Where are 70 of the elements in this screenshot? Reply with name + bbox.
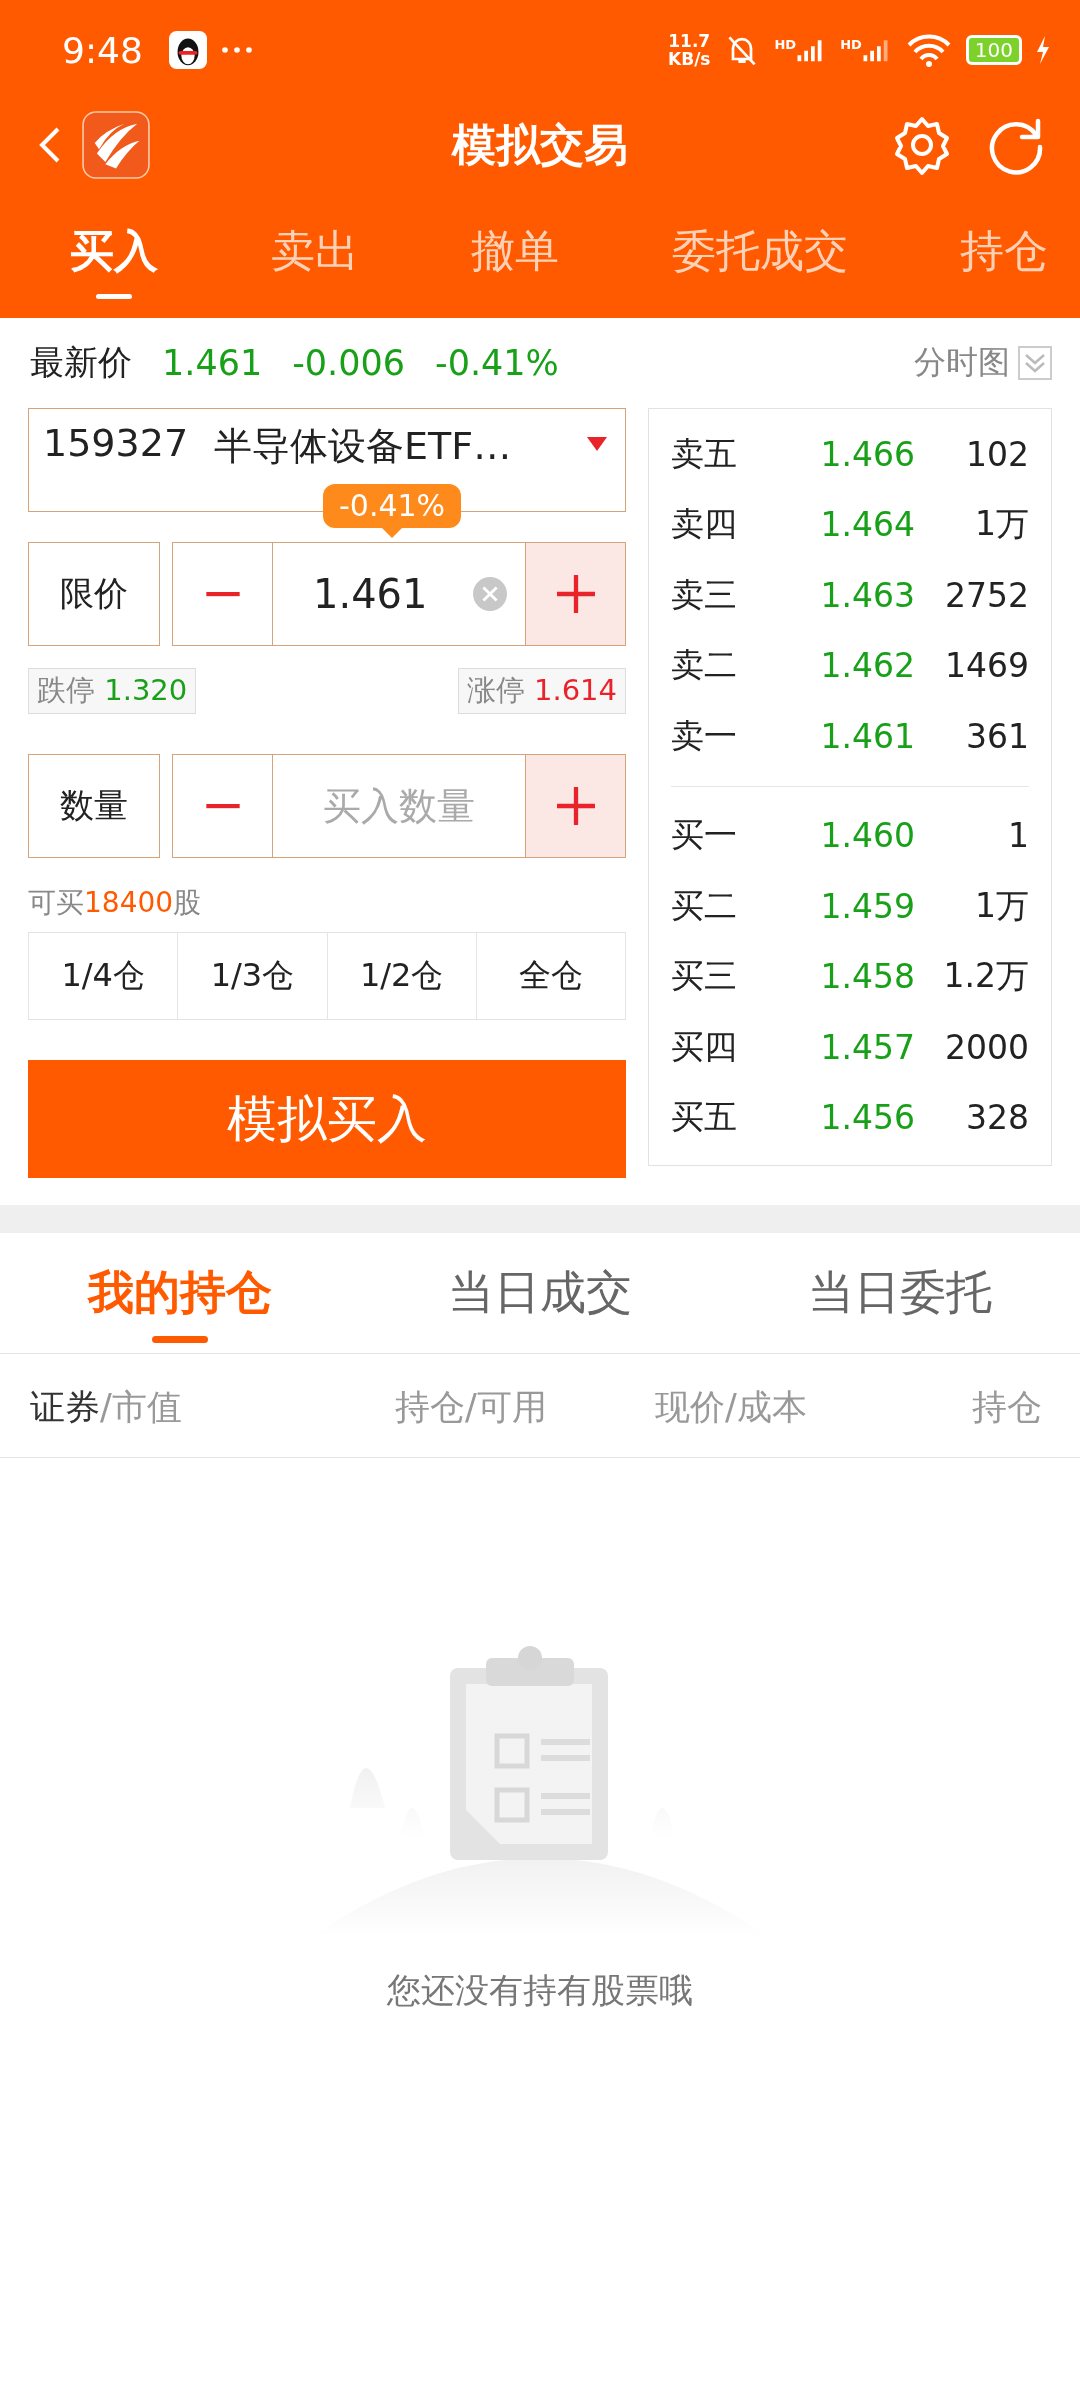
holdings-tab[interactable]: 当日委托 bbox=[720, 1233, 1080, 1353]
trade-tab[interactable]: 撤单 bbox=[471, 209, 559, 299]
dropdown-caret-icon bbox=[587, 437, 607, 451]
column-header[interactable]: 持仓 bbox=[972, 1384, 1042, 1431]
expand-icon[interactable] bbox=[1018, 346, 1052, 380]
ask-volume: 361 bbox=[965, 716, 1029, 756]
bid-price: 1.459 bbox=[819, 886, 915, 926]
penguin-app-icon bbox=[168, 31, 207, 69]
trade-tab[interactable]: 持仓 bbox=[960, 209, 1048, 299]
ask-price: 1.462 bbox=[819, 646, 915, 686]
app-logo bbox=[82, 111, 150, 179]
charging-icon bbox=[1036, 36, 1050, 64]
bid-level-label: 买二 bbox=[671, 884, 738, 927]
price-change-tooltip: -0.41% bbox=[323, 484, 462, 538]
ask-level-label: 卖五 bbox=[671, 432, 738, 475]
ask-price: 1.466 bbox=[819, 434, 915, 474]
hd-label: HD bbox=[774, 37, 797, 52]
bid-level-label: 买五 bbox=[671, 1096, 738, 1139]
ask-price: 1.464 bbox=[819, 505, 915, 545]
latest-price: 1.461 bbox=[162, 343, 263, 383]
column-header[interactable]: 持仓/可用 bbox=[395, 1384, 547, 1431]
bid-price: 1.460 bbox=[819, 816, 915, 856]
hd-label: HD bbox=[840, 37, 862, 52]
buy-button[interactable]: 模拟买入 bbox=[28, 1060, 626, 1178]
bid-level-label: 买四 bbox=[671, 1025, 738, 1068]
battery-indicator: 100 bbox=[965, 35, 1022, 65]
wifi-icon bbox=[905, 33, 952, 67]
price-change-percent: -0.41% bbox=[435, 343, 559, 383]
intraday-chart-toggle[interactable]: 分时图 bbox=[914, 341, 1010, 385]
limit-down-tag: 跌停 1.320 bbox=[28, 668, 197, 714]
bid-price: 1.458 bbox=[819, 957, 915, 997]
bid-price: 1.457 bbox=[819, 1027, 915, 1067]
bid-volume: 1万 bbox=[974, 884, 1029, 927]
buyable-amount: 可买18400股 bbox=[28, 885, 203, 921]
ask-volume: 1万 bbox=[974, 503, 1029, 546]
trade-tab[interactable]: 卖出 bbox=[270, 209, 359, 299]
bid-volume: 2000 bbox=[944, 1027, 1029, 1067]
trade-tab[interactable]: 买入 bbox=[70, 209, 158, 299]
ask-level-label: 卖一 bbox=[671, 714, 738, 757]
column-header[interactable]: 证券/市值 bbox=[30, 1384, 182, 1431]
latest-price-label: 最新价 bbox=[30, 341, 132, 384]
column-header[interactable]: 现价/成本 bbox=[655, 1384, 807, 1431]
price-change: -0.006 bbox=[292, 343, 406, 383]
network-speed: 11.7 KB/s bbox=[668, 32, 711, 68]
price-type-label: 限价 bbox=[28, 542, 160, 646]
ask-level-label: 卖四 bbox=[671, 503, 738, 546]
ask-level-label: 卖三 bbox=[671, 573, 738, 616]
bid-level-label: 买一 bbox=[671, 814, 738, 857]
ask-level-label: 卖二 bbox=[671, 644, 738, 687]
holdings-tab[interactable]: 当日成交 bbox=[360, 1233, 720, 1353]
bid-volume: 1.2万 bbox=[942, 955, 1029, 998]
ask-volume: 2752 bbox=[944, 575, 1029, 615]
bid-volume: 328 bbox=[965, 1098, 1029, 1138]
quantity-label: 数量 bbox=[28, 754, 160, 858]
empty-holdings-message: 您还没有持有股票哦 bbox=[387, 1969, 693, 2012]
ask-volume: 102 bbox=[965, 434, 1029, 474]
holdings-tab[interactable]: 我的持仓 bbox=[0, 1233, 360, 1353]
tooltip-pointer-icon bbox=[382, 528, 403, 538]
status-time: 9:48 bbox=[62, 29, 143, 71]
page-title: 模拟交易 bbox=[452, 117, 628, 172]
ask-price: 1.461 bbox=[819, 716, 915, 756]
trade-tab[interactable]: 委托成交 bbox=[671, 209, 848, 299]
back-icon[interactable] bbox=[38, 125, 62, 165]
limit-up-tag: 涨停 1.614 bbox=[457, 668, 626, 714]
more-notifications-icon bbox=[220, 45, 253, 55]
bid-volume: 1 bbox=[1007, 816, 1029, 856]
ask-price: 1.463 bbox=[819, 575, 915, 615]
bid-level-label: 买三 bbox=[671, 955, 738, 998]
ask-volume: 1469 bbox=[944, 646, 1029, 686]
bid-price: 1.456 bbox=[819, 1098, 915, 1138]
